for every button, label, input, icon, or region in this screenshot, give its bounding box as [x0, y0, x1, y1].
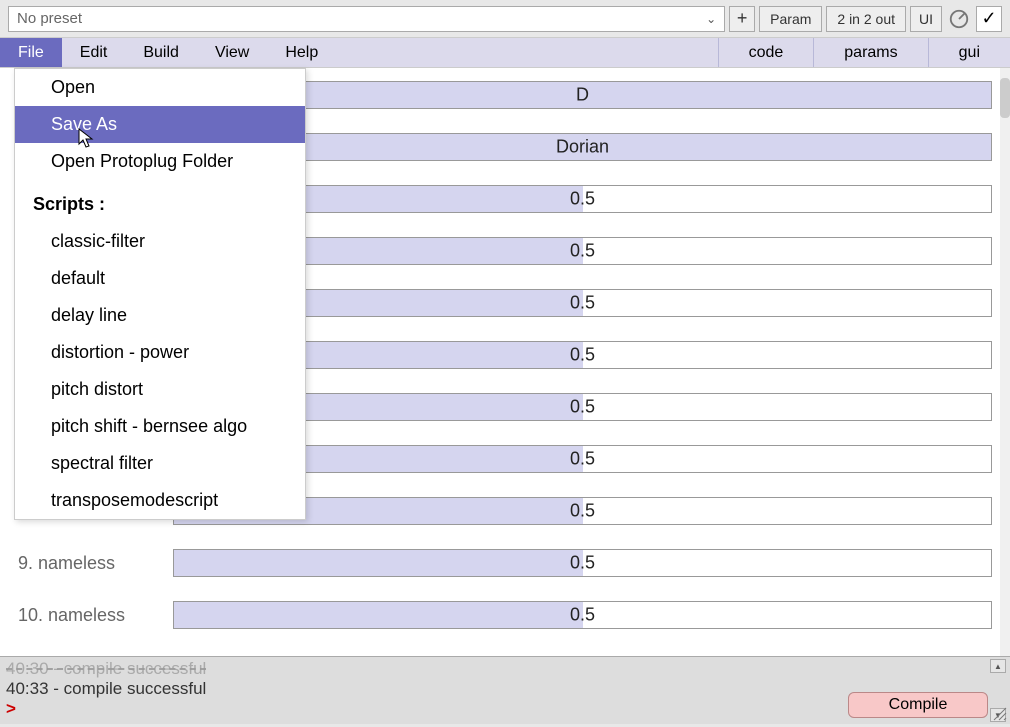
- param-label: 9. nameless: [18, 553, 173, 574]
- script-item[interactable]: classic-filter: [15, 223, 305, 260]
- bottom-panel: 40:30 - compile successful 40:33 - compi…: [0, 656, 1010, 724]
- param-label: 10. nameless: [18, 605, 173, 626]
- tab-gui[interactable]: gui: [928, 38, 1010, 67]
- script-item[interactable]: default: [15, 260, 305, 297]
- param-value: D: [576, 85, 589, 106]
- menu-save-as[interactable]: Save As: [15, 106, 305, 143]
- chevron-down-icon: ⌄: [706, 12, 716, 26]
- menu-help[interactable]: Help: [267, 38, 336, 67]
- menu-bar: File Edit Build View Help code params gu…: [0, 38, 1010, 68]
- scripts-header: Scripts :: [15, 180, 305, 223]
- param-slider[interactable]: 0.5: [173, 601, 992, 629]
- io-button[interactable]: 2 in 2 out: [826, 6, 906, 32]
- menu-file[interactable]: File: [0, 38, 62, 67]
- param-value: 0.5: [570, 501, 595, 522]
- param-value: 0.5: [570, 241, 595, 262]
- param-value: 0.5: [570, 189, 595, 210]
- compile-button[interactable]: Compile: [848, 692, 988, 718]
- menu-view[interactable]: View: [197, 38, 267, 67]
- log-line: 40:30 - compile successful: [6, 659, 1004, 679]
- script-item[interactable]: delay line: [15, 297, 305, 334]
- menu-edit[interactable]: Edit: [62, 38, 126, 67]
- param-fill: [174, 602, 583, 628]
- param-button[interactable]: Param: [759, 6, 822, 32]
- menu-open-folder[interactable]: Open Protoplug Folder: [15, 143, 305, 180]
- script-item[interactable]: transposemodescript: [15, 482, 305, 519]
- script-item[interactable]: pitch shift - bernsee algo: [15, 408, 305, 445]
- param-row: 9. nameless 0.5: [18, 548, 992, 578]
- ui-button[interactable]: UI: [910, 6, 942, 32]
- resize-grip-icon[interactable]: [992, 706, 1008, 722]
- param-value: 0.5: [570, 293, 595, 314]
- param-fill: [174, 550, 583, 576]
- menu-build[interactable]: Build: [125, 38, 197, 67]
- preset-label: No preset: [17, 10, 82, 27]
- param-value: 0.5: [570, 605, 595, 626]
- knob-icon[interactable]: [946, 6, 972, 32]
- script-item[interactable]: pitch distort: [15, 371, 305, 408]
- tab-code[interactable]: code: [718, 38, 814, 67]
- param-value: 0.5: [570, 449, 595, 470]
- script-item[interactable]: distortion - power: [15, 334, 305, 371]
- add-preset-button[interactable]: +: [729, 6, 755, 32]
- menu-open[interactable]: Open: [15, 69, 305, 106]
- param-slider[interactable]: 0.5: [173, 549, 992, 577]
- top-toolbar: No preset ⌄ + Param 2 in 2 out UI ✓: [0, 0, 1010, 38]
- bypass-check-icon[interactable]: ✓: [976, 6, 1002, 32]
- scrollbar-track[interactable]: [1000, 68, 1010, 656]
- param-value: Dorian: [556, 137, 609, 158]
- tab-params[interactable]: params: [813, 38, 927, 67]
- param-value: 0.5: [570, 397, 595, 418]
- scrollbar-thumb[interactable]: [1000, 78, 1010, 118]
- param-value: 0.5: [570, 345, 595, 366]
- log-scroll-up-icon[interactable]: ▲: [990, 659, 1006, 673]
- log-prompt[interactable]: >: [6, 699, 16, 718]
- param-row: 10. nameless 0.5: [18, 600, 992, 630]
- file-dropdown-menu: Open Save As Open Protoplug Folder Scrip…: [14, 68, 306, 520]
- script-item[interactable]: spectral filter: [15, 445, 305, 482]
- preset-dropdown[interactable]: No preset ⌄: [8, 6, 725, 32]
- param-value: 0.5: [570, 553, 595, 574]
